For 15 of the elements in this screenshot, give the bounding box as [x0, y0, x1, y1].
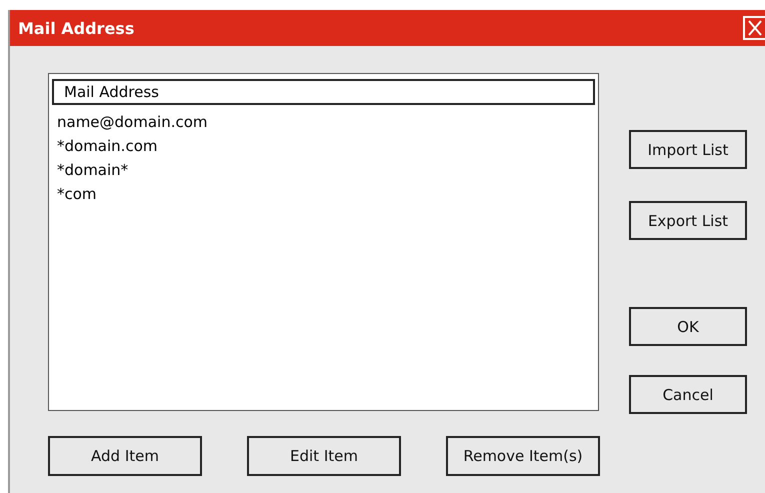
list-item[interactable]: *domain.com — [52, 134, 595, 158]
list-item[interactable]: name@domain.com — [52, 110, 595, 134]
address-list[interactable]: Mail Address name@domain.com *domain.com *domain* *com — [48, 73, 599, 411]
dialog-button[interactable]: Cancel — [629, 375, 747, 414]
list-file-button[interactable]: Export List — [629, 201, 747, 240]
list-file-button[interactable]: Import List — [629, 130, 747, 169]
list-item[interactable]: *domain* — [52, 158, 595, 182]
window-title: Mail Address — [18, 18, 134, 38]
list-action-button[interactable]: Remove Item(s) — [446, 436, 600, 476]
list-item[interactable]: *com — [52, 182, 595, 206]
dialog-button[interactable]: OK — [629, 307, 747, 346]
list-action-button[interactable]: Edit Item — [247, 436, 401, 476]
column-header[interactable]: Mail Address — [52, 79, 595, 105]
list-action-button[interactable]: Add Item — [48, 436, 202, 476]
close-icon[interactable] — [743, 16, 765, 40]
